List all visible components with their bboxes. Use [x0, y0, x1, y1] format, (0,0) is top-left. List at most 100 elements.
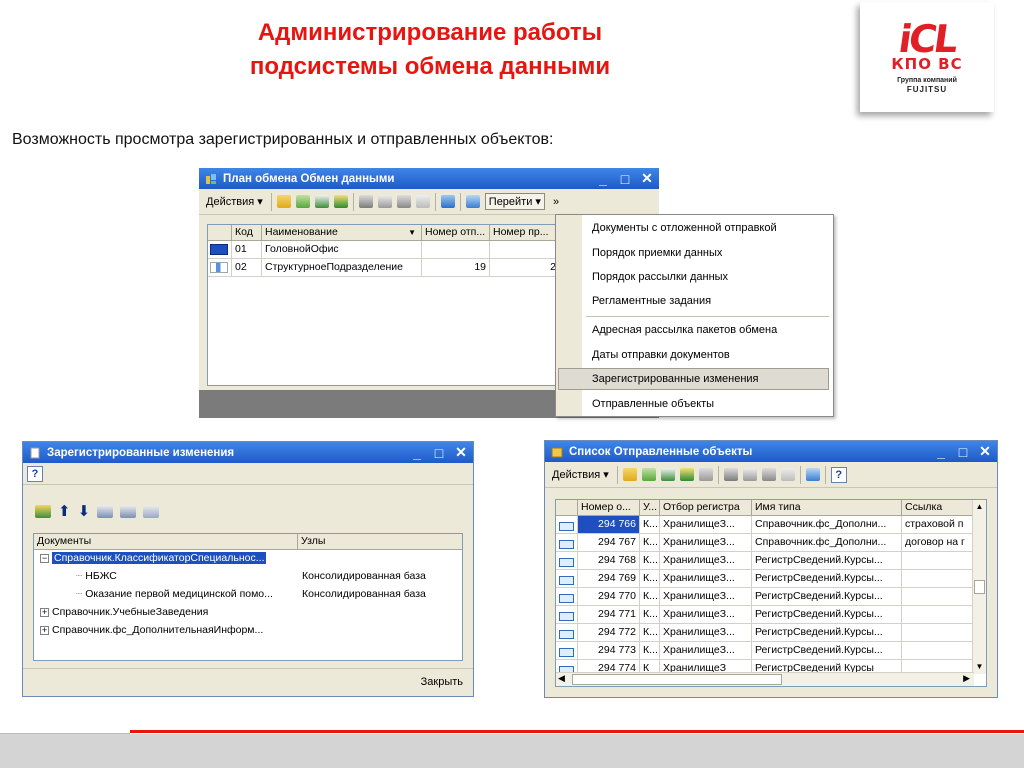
column-header-sent[interactable]: Номер отп...: [422, 225, 490, 241]
registered-changes-titlebar[interactable]: Зарегистрированные изменения _ □ ✕: [23, 442, 473, 463]
menu-item-send-order[interactable]: Порядок рассылки данных: [592, 268, 728, 286]
sort-desc-icon[interactable]: [120, 504, 137, 518]
row-icon-cell: [208, 241, 232, 259]
menu-item-address-mailing[interactable]: Адресная рассылка пакетов обмена: [592, 321, 777, 339]
minimize-button[interactable]: _: [935, 444, 947, 460]
delete-icon[interactable]: [698, 468, 713, 481]
hierarchy-icon[interactable]: [742, 468, 757, 481]
horizontal-scrollbar[interactable]: ◀ ▶: [556, 672, 974, 686]
move-up-icon[interactable]: ⬆: [58, 502, 71, 520]
scroll-left-button[interactable]: ◀: [558, 673, 565, 684]
expand-icon[interactable]: +: [40, 607, 49, 617]
tree-row[interactable]: + Справочник.УчебныеЗаведения: [40, 604, 208, 621]
column-header-nodes[interactable]: Узлы: [298, 534, 462, 550]
cell-register: ХранилищеЗ...: [660, 570, 752, 588]
add-icon[interactable]: [622, 468, 637, 481]
sent-objects-window: Список Отправленные объекты _ □ ✕ Действ…: [544, 440, 998, 698]
cell-node: К...: [640, 516, 660, 534]
filter-icon[interactable]: [723, 468, 738, 481]
move-down-icon[interactable]: ⬇: [78, 502, 91, 520]
tree-row[interactable]: ┈ НБЖС: [76, 568, 117, 585]
copy-icon[interactable]: [295, 195, 310, 208]
actions-menu-button[interactable]: Действия ▾: [549, 467, 612, 482]
maximize-button[interactable]: □: [957, 444, 969, 460]
menu-item-deferred-docs[interactable]: Документы с отложенной отправкой: [592, 219, 777, 237]
record-icon: [559, 630, 574, 639]
column-header-type[interactable]: Имя типа: [752, 500, 902, 516]
refresh-icon[interactable]: [465, 195, 480, 208]
minimize-button[interactable]: _: [597, 171, 609, 187]
menu-item-send-dates[interactable]: Даты отправки документов: [592, 346, 730, 364]
close-window-button[interactable]: Закрыть: [421, 676, 463, 688]
tree-row-label: Справочник.УчебныеЗаведения: [52, 606, 209, 618]
vertical-scrollbar[interactable]: ▲ ▼: [972, 500, 986, 674]
scroll-down-button[interactable]: ▼: [973, 660, 986, 674]
column-header-received[interactable]: Номер пр...: [490, 225, 558, 241]
menu-item-receive-order[interactable]: Порядок приемки данных: [592, 244, 722, 262]
column-header-ref[interactable]: Ссылка: [902, 500, 974, 516]
output-list-icon[interactable]: [440, 195, 455, 208]
column-header-code[interactable]: Код: [232, 225, 262, 241]
maximize-button[interactable]: □: [433, 445, 445, 461]
menu-item-registered-changes[interactable]: Зарегистрированные изменения: [592, 370, 759, 388]
close-button[interactable]: ✕: [641, 170, 653, 187]
column-header-icon[interactable]: [556, 500, 578, 516]
cell-code: 02: [232, 259, 262, 277]
logo-partner: FUJITSU: [906, 84, 948, 94]
column-header-number[interactable]: Номер о...: [578, 500, 640, 516]
column-header-register[interactable]: Отбор регистра: [660, 500, 752, 516]
cell-type: РегистрСведений.Курсы...: [752, 606, 902, 624]
menu-item-sent-objects[interactable]: Отправленные объекты: [592, 395, 714, 413]
close-button[interactable]: ✕: [979, 443, 991, 460]
scroll-right-button[interactable]: ▶: [963, 673, 970, 684]
column-header-icon[interactable]: [208, 225, 232, 241]
tree-row[interactable]: − Справочник.КлассификаторСпециальнос...: [40, 550, 267, 567]
list-mode-icon[interactable]: [396, 195, 411, 208]
tree-row[interactable]: ┈ Оказание первой медицинской помо...: [76, 586, 273, 603]
expand-icon[interactable]: +: [40, 625, 49, 635]
goto-menu-button[interactable]: Перейти ▾: [484, 193, 545, 210]
slide-title-line2: подсистемы обмена данными: [249, 53, 611, 80]
edit-icon[interactable]: [314, 195, 329, 208]
exchange-plan-titlebar[interactable]: План обмена Обмен данными _ □ ✕: [199, 168, 659, 189]
cell-type: РегистрСведений.Курсы...: [752, 588, 902, 606]
list-mode-icon[interactable]: [761, 468, 776, 481]
delete-mark-icon[interactable]: [679, 468, 694, 481]
filter-icon[interactable]: [358, 195, 373, 208]
collapse-icon[interactable]: −: [40, 553, 49, 563]
cell-number: 294 767: [578, 534, 640, 552]
copy-icon[interactable]: [641, 468, 656, 481]
delete-mark-icon[interactable]: [333, 195, 348, 208]
tree-toolbar: ⬆ ⬇: [35, 502, 160, 520]
minimize-button[interactable]: _: [411, 445, 423, 461]
filter-off-icon[interactable]: [780, 468, 795, 481]
close-button[interactable]: ✕: [455, 444, 467, 461]
register-icon[interactable]: [35, 504, 51, 518]
column-header-node[interactable]: У...: [640, 500, 660, 516]
scroll-h-thumb[interactable]: [572, 674, 782, 685]
edit-icon[interactable]: [660, 468, 675, 481]
slide-subtitle: Возможность просмотра зарегистрированных…: [12, 131, 554, 148]
toolbar-overflow-button[interactable]: »: [550, 195, 562, 209]
cell-register: ХранилищеЗ...: [660, 588, 752, 606]
scroll-thumb[interactable]: [974, 580, 985, 594]
scroll-up-button[interactable]: ▲: [973, 500, 986, 514]
sent-objects-titlebar[interactable]: Список Отправленные объекты _ □ ✕: [545, 441, 997, 462]
column-header-documents[interactable]: Документы: [34, 534, 298, 550]
exchange-plan-icon: [205, 173, 217, 185]
refresh-icon[interactable]: [805, 468, 820, 481]
list-icon[interactable]: [143, 504, 160, 518]
menu-item-scheduled-jobs[interactable]: Регламентные задания: [592, 292, 711, 310]
filter-off-icon[interactable]: [415, 195, 430, 208]
help-button[interactable]: ?: [830, 466, 847, 483]
logo-brand: iCL: [895, 16, 959, 61]
hierarchy-icon[interactable]: [377, 195, 392, 208]
menu-separator: [586, 316, 829, 317]
help-button[interactable]: ?: [27, 465, 43, 482]
add-icon[interactable]: [276, 195, 291, 208]
column-header-name[interactable]: Наименование ▼: [262, 225, 422, 241]
actions-menu-button[interactable]: Действия ▾: [203, 194, 266, 209]
sort-asc-icon[interactable]: [97, 504, 114, 518]
tree-row[interactable]: + Справочник.фс_ДополнительнаяИнформ...: [40, 622, 263, 639]
maximize-button[interactable]: □: [619, 171, 631, 187]
